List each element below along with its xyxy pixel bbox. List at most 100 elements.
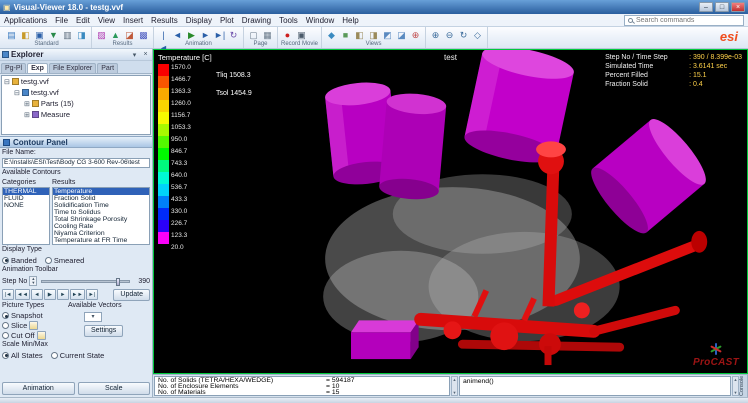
menu-item[interactable]: File <box>51 16 72 25</box>
scroll-up-icon[interactable]: ▲ <box>452 377 457 382</box>
result-item[interactable]: Niyama Criterion <box>53 230 149 237</box>
step-slider[interactable] <box>41 280 130 283</box>
scale-button[interactable]: Scale <box>78 382 151 395</box>
viewport-3d[interactable]: test Temperature [C] 1570.0 <box>153 49 748 374</box>
display-type-radio[interactable]: Banded <box>2 256 37 265</box>
new-page-icon[interactable]: ▢ <box>247 28 260 41</box>
menu-item[interactable]: Results <box>147 16 182 25</box>
tree-item[interactable]: ⊟ testg.vvf <box>2 87 150 98</box>
message-console[interactable]: No. of Solids (TETRA/HEXA/WEDGE) = 59418… <box>154 376 450 396</box>
category-item[interactable]: NONE <box>3 202 49 209</box>
left-view-icon[interactable]: ◧ <box>353 28 366 41</box>
tree-expander-icon[interactable]: ⊟ <box>14 89 20 97</box>
fast-forward-button[interactable]: ►► <box>70 289 85 300</box>
bottom-view-icon[interactable]: ◪ <box>395 28 408 41</box>
loop-icon[interactable]: ↻ <box>227 28 240 41</box>
zoom-out-icon[interactable]: ⊖ <box>443 28 456 41</box>
result-item[interactable]: Fraction Solid <box>53 195 149 202</box>
panel-close-icon[interactable]: × <box>141 51 150 58</box>
import-icon[interactable]: ▼ <box>47 28 60 41</box>
scale-option-radio[interactable]: Current State <box>51 351 105 360</box>
panel-menu-icon[interactable]: ▾ <box>130 51 139 59</box>
result-item[interactable]: Temperature at FR Time <box>53 237 149 244</box>
settings-button[interactable]: Settings <box>84 325 123 337</box>
explorer-tab[interactable]: Part <box>97 63 118 73</box>
contour-panel-header[interactable]: Contour Panel <box>0 136 152 148</box>
console-tab[interactable]: Console <box>739 375 748 397</box>
result-item[interactable]: Solidification Time <box>53 202 149 209</box>
console-scrollbar[interactable]: ▲ ▼ <box>451 376 458 396</box>
tree-item[interactable]: ⊟ testg.vvf <box>2 76 150 87</box>
menu-item[interactable]: Applications <box>0 16 51 25</box>
first-frame-button[interactable]: |◄ <box>2 289 14 300</box>
result-item[interactable]: Temperature <box>53 188 149 195</box>
tree-expander-icon[interactable]: ⊞ <box>24 100 30 108</box>
menu-item[interactable]: View <box>94 16 119 25</box>
tree-expander-icon[interactable]: ⊞ <box>24 111 30 119</box>
category-item[interactable]: THERMAL <box>3 188 49 195</box>
tree-expander-icon[interactable]: ⊟ <box>4 78 10 86</box>
step-spinner[interactable]: ▲ ▼ <box>29 276 37 286</box>
play-button[interactable]: ▶ <box>44 289 56 300</box>
vector-plot-icon[interactable]: ▲ <box>109 28 122 41</box>
menu-item[interactable]: Edit <box>72 16 94 25</box>
picture-type-settings-icon[interactable] <box>37 331 46 340</box>
menu-item[interactable]: Help <box>338 16 362 25</box>
result-item[interactable]: Time to Solidus <box>53 209 149 216</box>
menu-item[interactable]: Drawing <box>238 16 275 25</box>
scroll-down-icon[interactable]: ▼ <box>733 390 738 395</box>
menu-item[interactable]: Insert <box>119 16 147 25</box>
result-item[interactable]: Total Shrinkage Porosity <box>53 216 149 223</box>
menu-item[interactable]: Display <box>182 16 216 25</box>
record-icon[interactable]: ● <box>281 28 294 41</box>
contour-icon[interactable]: ▨ <box>95 28 108 41</box>
right-view-icon[interactable]: ◨ <box>367 28 380 41</box>
rotate-icon[interactable]: ↻ <box>457 28 470 41</box>
step-back-button[interactable]: ◄ <box>31 289 43 300</box>
fit-view-icon[interactable]: ⊕ <box>409 28 422 41</box>
next-frame-icon[interactable]: ► <box>199 28 212 41</box>
open-icon[interactable]: ◧ <box>19 28 32 41</box>
scroll-up-icon[interactable]: ▲ <box>733 377 738 382</box>
explorer-tab[interactable]: File Explorer <box>49 63 96 73</box>
scale-option-radio[interactable]: All States <box>2 351 43 360</box>
last-frame-icon[interactable]: ►| <box>213 28 226 41</box>
front-view-icon[interactable]: ■ <box>339 28 352 41</box>
close-button[interactable]: × <box>731 2 745 12</box>
menu-item[interactable]: Tools <box>275 16 302 25</box>
explorer-tab[interactable]: Pg-Pl <box>1 63 26 73</box>
picture-type-settings-icon[interactable] <box>29 321 38 330</box>
iso-view-icon[interactable]: ◆ <box>325 28 338 41</box>
command-scrollbar[interactable]: ▲ ▼ <box>732 376 739 396</box>
page-setup-icon[interactable]: ▦ <box>261 28 274 41</box>
cut-plane-icon[interactable]: ◪ <box>123 28 136 41</box>
copy-icon[interactable]: ◨ <box>75 28 88 41</box>
update-button[interactable]: Update <box>113 289 150 301</box>
scroll-down-icon[interactable]: ▼ <box>452 390 457 395</box>
snapshot-icon[interactable]: ▣ <box>295 28 308 41</box>
display-type-radio[interactable]: Smeared <box>45 256 84 265</box>
previous-frame-icon[interactable]: ◄ <box>171 28 184 41</box>
menu-item[interactable]: Window <box>302 16 338 25</box>
print-icon[interactable]: ▥ <box>61 28 74 41</box>
maximize-button[interactable]: □ <box>715 2 729 12</box>
picture-type-option[interactable]: Cut Off <box>2 331 80 340</box>
tree-item[interactable]: ⊞ Measure <box>2 109 150 120</box>
search-commands-input[interactable] <box>636 17 740 24</box>
animation-button[interactable]: Animation <box>2 382 75 395</box>
tree-item[interactable]: ⊞ Parts (15) <box>2 98 150 109</box>
zoom-in-icon[interactable]: ⊕ <box>429 28 442 41</box>
minimize-button[interactable]: – <box>699 2 713 12</box>
category-item[interactable]: FLUID <box>3 195 49 202</box>
top-view-icon[interactable]: ◩ <box>381 28 394 41</box>
xy-plot-icon[interactable]: ▩ <box>137 28 150 41</box>
explorer-tab[interactable]: Exp <box>27 63 48 73</box>
slider-thumb[interactable] <box>116 278 120 286</box>
frame-icon[interactable]: ◇ <box>471 28 484 41</box>
picture-type-option[interactable]: Slice <box>2 321 80 330</box>
first-frame-icon[interactable]: |◄ <box>157 28 170 41</box>
new-layout-icon[interactable]: ▤ <box>5 28 18 41</box>
result-item[interactable]: Cooling Rate <box>53 223 149 230</box>
last-frame-button[interactable]: ►| <box>86 289 98 300</box>
step-forward-button[interactable]: ► <box>57 289 69 300</box>
